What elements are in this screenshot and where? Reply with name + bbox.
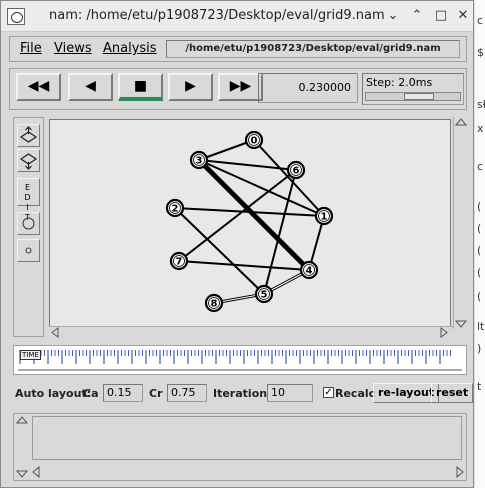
- scroll-up-icon: [15, 416, 29, 424]
- zoom-in-icon[interactable]: [17, 124, 40, 147]
- shade-icon[interactable]: ⌃: [409, 7, 425, 25]
- node-label: 0: [251, 136, 258, 147]
- node-label: 5: [261, 290, 268, 301]
- window-title: nam: /home/etu/p1908723/Desktop/eval/gri…: [49, 8, 385, 23]
- fast-forward-button[interactable]: ▶▶: [218, 73, 263, 101]
- time-slider-handle[interactable]: TIME: [20, 350, 41, 360]
- step-label: Step: 2.0ms: [366, 76, 433, 89]
- auto-layout-label: Auto layout:: [15, 387, 92, 400]
- node-4[interactable]: 4: [299, 260, 319, 280]
- menu-file[interactable]: File: [20, 41, 42, 56]
- node-label: 6: [293, 166, 300, 177]
- node-5[interactable]: 5: [254, 284, 274, 304]
- link-6-7[interactable]: [178, 169, 297, 262]
- app-icon: [7, 8, 25, 25]
- large-node-icon[interactable]: [17, 212, 40, 235]
- bg-char: $: [477, 46, 484, 59]
- canvas-vertical-scrollbar[interactable]: [453, 117, 468, 329]
- time-slider[interactable]: TIME: [13, 345, 467, 375]
- step-slider[interactable]: [365, 92, 461, 101]
- node-label: 7: [176, 257, 183, 268]
- node-label: 3: [196, 156, 203, 167]
- iterations-label: Iterations: [213, 387, 274, 400]
- title-bar[interactable]: nam: /home/etu/p1908723/Desktop/eval/gri…: [1, 1, 473, 32]
- menu-views[interactable]: Views: [54, 41, 92, 56]
- network-canvas[interactable]: 0 1 2 3 4 5 6 7 8: [49, 119, 451, 327]
- reset-button[interactable]: reset: [431, 383, 474, 403]
- node-1[interactable]: 1: [314, 206, 334, 226]
- bg-char: (: [477, 266, 482, 279]
- sim-time-display: 0.230000: [258, 73, 358, 103]
- scroll-right-icon: [456, 465, 464, 479]
- scroll-right-icon: [440, 327, 448, 338]
- scroll-left-icon: [32, 465, 40, 479]
- recalc-label: Recalc: [335, 387, 376, 400]
- scroll-left-icon: [51, 327, 59, 338]
- stop-button[interactable]: ■: [118, 73, 163, 101]
- bg-char: c: [477, 160, 484, 173]
- step-slider-thumb[interactable]: [404, 93, 434, 100]
- bg-char: lt: [477, 320, 485, 333]
- cr-input[interactable]: 0.75: [167, 384, 207, 402]
- node-8[interactable]: 8: [204, 293, 224, 313]
- auto-layout-bar: Auto layout: Ca 0.15 Cr 0.75 Iterations …: [13, 383, 474, 405]
- close-icon[interactable]: ✕: [455, 7, 471, 25]
- bg-char: t: [477, 380, 482, 393]
- small-node-icon[interactable]: [17, 239, 40, 262]
- minimize-icon[interactable]: ⌄: [385, 7, 401, 25]
- link-3-6[interactable]: [198, 159, 297, 171]
- menu-analysis[interactable]: Analysis: [103, 41, 157, 56]
- zoom-out-icon[interactable]: [17, 149, 40, 172]
- link-3-1[interactable]: [198, 159, 325, 217]
- maximize-icon[interactable]: □: [433, 7, 449, 25]
- node-label: 4: [306, 266, 313, 277]
- node-label: 2: [172, 204, 179, 215]
- play-button[interactable]: ▶: [168, 73, 213, 101]
- link-7-4[interactable]: [178, 260, 310, 271]
- node-label: 8: [211, 299, 218, 310]
- bg-char: x: [477, 122, 484, 135]
- bg-char: (: [477, 290, 482, 303]
- node-2[interactable]: 2: [165, 198, 185, 218]
- bg-char: sł: [477, 98, 485, 111]
- node-label: 1: [321, 212, 328, 223]
- node-0[interactable]: 0: [244, 130, 264, 150]
- ca-input[interactable]: 0.15: [103, 384, 143, 402]
- file-path-display: /home/etu/p1908723/Desktop/eval/grid9.na…: [166, 40, 460, 58]
- rewind-button[interactable]: ◀◀: [16, 73, 61, 101]
- annotation-list[interactable]: [32, 416, 462, 460]
- cr-label: Cr: [149, 387, 163, 400]
- step-back-button[interactable]: ◀: [68, 73, 113, 101]
- bg-char: (: [477, 244, 482, 257]
- playback-controls: ◀◀ ◀ ■ ▶ ▶▶ 0.230000 Step: 2.0ms: [9, 68, 467, 110]
- timeline-ticks: [18, 350, 462, 371]
- ca-label: Ca: [83, 387, 99, 400]
- scroll-up-icon: [454, 118, 468, 126]
- bg-char: (: [477, 200, 482, 213]
- edit-button[interactable]: EDIT: [17, 178, 40, 222]
- link-2-5[interactable]: [174, 207, 265, 295]
- annotation-vertical-scrollbar[interactable]: [15, 416, 29, 478]
- edit-toolbar: EDIT: [13, 117, 44, 337]
- bg-char: ): [477, 342, 482, 355]
- node-6[interactable]: 6: [286, 160, 306, 180]
- nam-window: nam: /home/etu/p1908723/Desktop/eval/gri…: [0, 0, 474, 488]
- network-graph[interactable]: 0 1 2 3 4 5 6 7 8: [50, 120, 450, 326]
- canvas-horizontal-scrollbar[interactable]: [49, 326, 453, 338]
- relayout-button[interactable]: re-layout: [373, 383, 440, 403]
- node-3[interactable]: 3: [189, 150, 209, 170]
- annotation-panel: [13, 413, 467, 481]
- bg-char: (: [477, 222, 482, 235]
- annotation-horizontal-scrollbar[interactable]: [32, 465, 464, 479]
- scroll-down-icon: [15, 470, 29, 478]
- link-0-1[interactable]: [253, 139, 325, 217]
- menu-bar: File Views Analysis /home/etu/p1908723/D…: [9, 36, 467, 62]
- recalc-checkbox[interactable]: ✓: [323, 387, 334, 398]
- node-7[interactable]: 7: [169, 251, 189, 271]
- step-control: Step: 2.0ms: [362, 73, 464, 105]
- iterations-input[interactable]: 10: [267, 384, 313, 402]
- scroll-down-icon: [454, 320, 468, 328]
- background-window-strip: c $ sł x c ( ( ( ( ( lt ) t: [474, 0, 485, 488]
- bg-char: c: [477, 14, 484, 27]
